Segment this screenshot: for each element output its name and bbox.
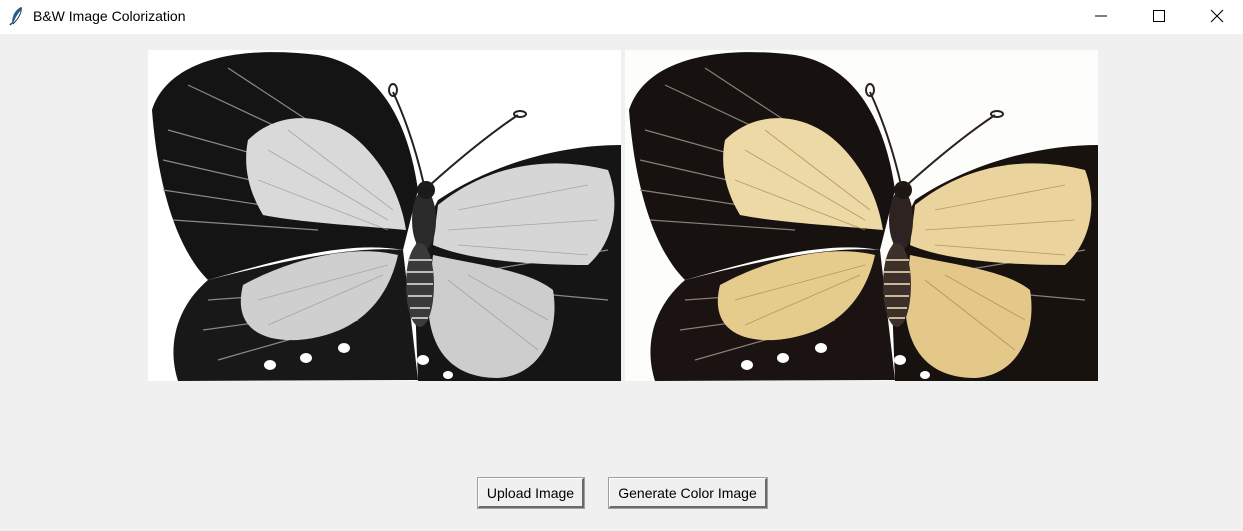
close-icon bbox=[1210, 9, 1224, 23]
window-title: B&W Image Colorization bbox=[33, 8, 186, 24]
app-window: B&W Image Colorization Upload Image Gene… bbox=[0, 0, 1243, 531]
feather-icon bbox=[9, 6, 25, 26]
butterfly-bw-image bbox=[148, 50, 621, 381]
maximize-button[interactable] bbox=[1130, 0, 1188, 32]
generate-color-image-button[interactable]: Generate Color Image bbox=[608, 477, 768, 509]
butterfly-color-image bbox=[625, 50, 1098, 381]
upload-image-button[interactable]: Upload Image bbox=[477, 477, 585, 509]
close-button[interactable] bbox=[1188, 0, 1243, 32]
original-image bbox=[148, 50, 621, 381]
maximize-icon bbox=[1153, 10, 1165, 22]
minimize-icon bbox=[1095, 15, 1107, 17]
colorized-image bbox=[625, 50, 1098, 381]
title-bar[interactable]: B&W Image Colorization bbox=[0, 0, 1243, 34]
minimize-button[interactable] bbox=[1072, 0, 1130, 32]
